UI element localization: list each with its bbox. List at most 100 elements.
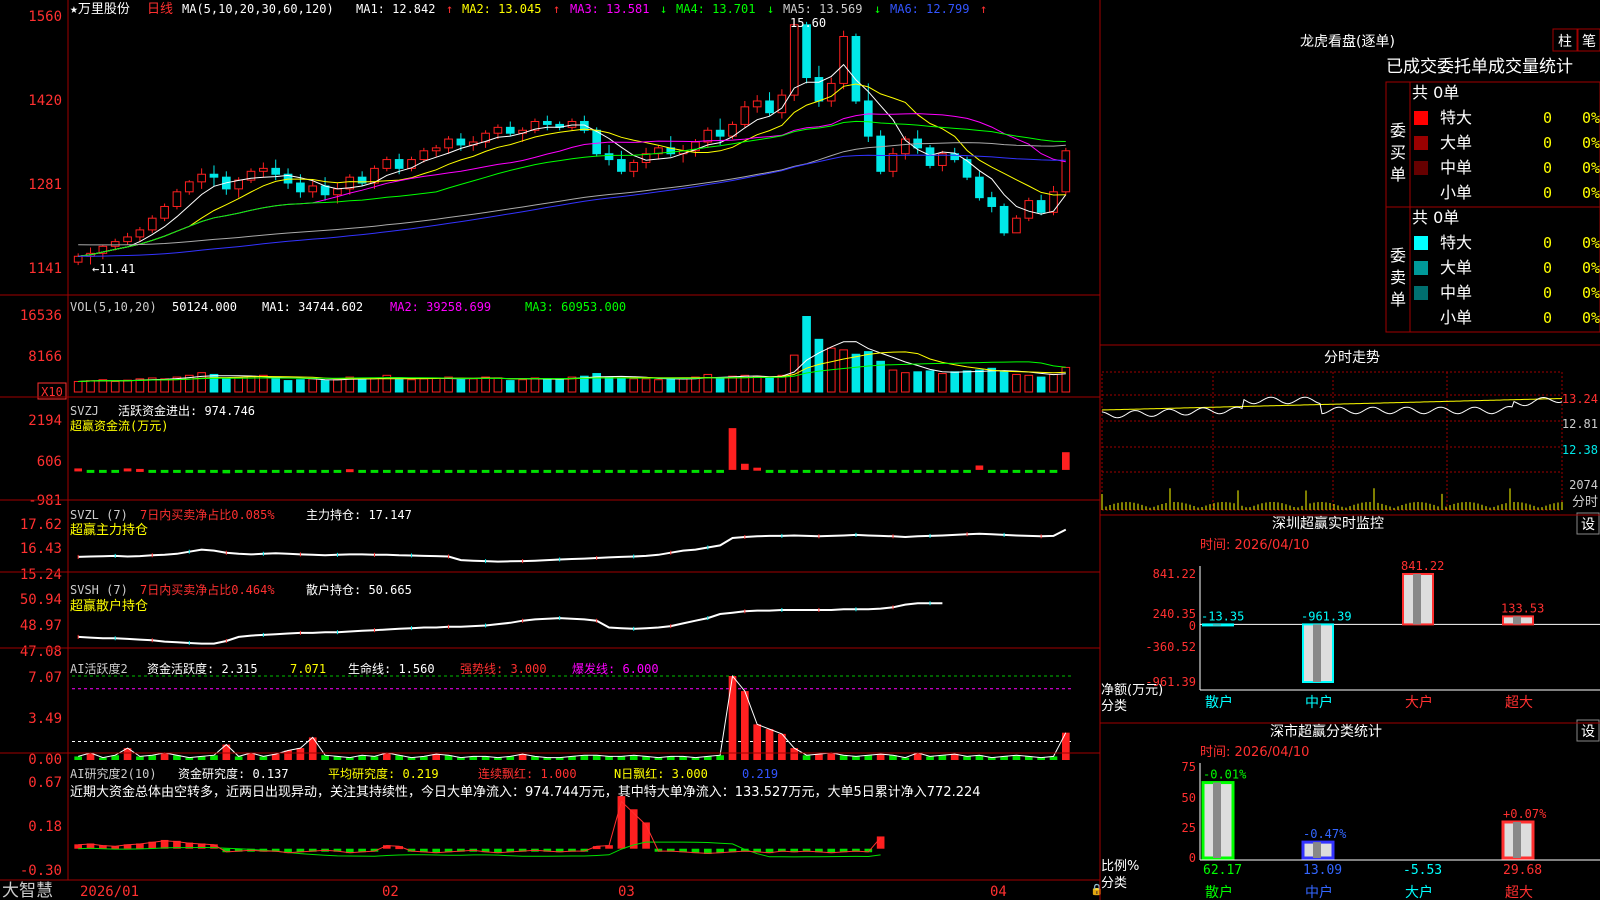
- order-percent: 0%: [1582, 259, 1600, 277]
- volume-bar: [73, 380, 83, 393]
- retail-holding-line: [77, 601, 943, 645]
- flow-bar: [679, 469, 687, 473]
- active-bar: [963, 756, 971, 760]
- flow-bar: [913, 469, 922, 473]
- active-bar: [728, 676, 737, 760]
- order-count: 0: [1543, 284, 1552, 302]
- flow-bar: [666, 469, 675, 473]
- dragon-title: 龙虎看盘(逐单): [1300, 33, 1395, 50]
- period-label[interactable]: 日线: [147, 2, 173, 17]
- candle-body: [617, 159, 626, 172]
- flow-bar: [703, 469, 712, 473]
- vol-ma2: MA2: 39258.699: [390, 300, 491, 314]
- ai3-tick: 0.67: [28, 775, 62, 791]
- flow-bar: [1049, 469, 1058, 473]
- order-color-swatch: [1414, 286, 1428, 300]
- candle-body: [382, 159, 392, 169]
- active-bar: [259, 756, 268, 760]
- svzl-y-axis: 17.62 16.43 15.24: [20, 517, 62, 583]
- flow-bar: [407, 469, 416, 473]
- flow-bar: [531, 469, 539, 473]
- svzj-bars: [74, 428, 1070, 474]
- ma3-arrow: ↓: [660, 2, 667, 16]
- candle-body: [752, 100, 762, 108]
- column-view-label[interactable]: 柱: [1558, 34, 1572, 50]
- svsh-title: SVSH (7): [70, 583, 128, 597]
- flow-bar: [642, 469, 650, 473]
- volume-bar: [542, 378, 552, 393]
- vol-value: 50124.000: [172, 300, 237, 314]
- category-label: 散户: [1205, 694, 1233, 711]
- candle-body: [592, 129, 602, 155]
- tick-view-label[interactable]: 笔: [1582, 34, 1596, 50]
- intraday-tick: 12.81: [1562, 417, 1598, 431]
- order-color-swatch: [1414, 136, 1428, 150]
- candlestick-series[interactable]: [73, 18, 1071, 266]
- candle-body: [765, 100, 774, 114]
- flow-bar: [420, 469, 428, 473]
- active-bar: [605, 756, 613, 760]
- flow-bar: [617, 469, 626, 473]
- svzj-tick: -981: [28, 493, 62, 509]
- ma2-label: MA2: 13.045: [462, 2, 541, 16]
- svzl-tick: 16.43: [20, 541, 62, 557]
- sz-monitor-title: 深圳超赢实时监控: [1272, 515, 1384, 532]
- side-label-char: 委: [1390, 121, 1406, 140]
- volume-bar: [468, 378, 478, 393]
- order-color-swatch: [1414, 111, 1428, 125]
- ai3-part: 平均研究度: 0.219: [328, 766, 439, 781]
- volume-bar: [283, 380, 293, 393]
- volume-bar: [715, 377, 725, 393]
- order-type: 中单: [1440, 283, 1472, 302]
- intraday-avg-line: [1101, 398, 1563, 411]
- active-bar: [617, 756, 626, 760]
- svzj-tick: 2194: [28, 413, 62, 429]
- candle-body: [987, 197, 997, 207]
- volume-bar: [765, 377, 774, 393]
- ma4-arrow: ↓: [767, 2, 774, 16]
- flow-bar: [778, 469, 786, 473]
- ai2-tick: 0.00: [28, 752, 62, 768]
- volume-bar: [333, 379, 342, 393]
- candle-body: [333, 188, 342, 196]
- intraday-vol-unit: 分时: [1572, 495, 1598, 510]
- order-color-swatch: [1414, 186, 1428, 200]
- flow-bar: [358, 469, 366, 473]
- candle-body: [962, 159, 972, 178]
- volume-bar: [296, 379, 305, 393]
- brand-logo[interactable]: 大智慧: [2, 881, 53, 900]
- volume-bar: [86, 380, 95, 393]
- order-type: 小单: [1440, 308, 1472, 327]
- order-percent: 0%: [1582, 159, 1600, 177]
- ratio-bar-shade: [1313, 842, 1321, 858]
- sz-class-settings-label[interactable]: 设: [1581, 724, 1595, 740]
- candle-body: [147, 217, 157, 231]
- order-count: 0: [1543, 134, 1552, 152]
- price-tick: 1141: [28, 261, 62, 277]
- stock-chart-canvas[interactable]: ★万里股份 日线 MA(5,10,20,30,60,120) MA1: 12.8…: [0, 0, 1600, 900]
- volume-bar: [777, 374, 787, 393]
- stock-name[interactable]: ★万里股份: [70, 2, 130, 17]
- volume-bar: [555, 378, 564, 393]
- candle-body: [839, 36, 848, 84]
- volume-bar: [901, 372, 910, 393]
- ai2-tick: 7.07: [28, 670, 62, 686]
- svzl-tick: 17.62: [20, 517, 62, 533]
- vol-ma1: MA1: 34744.602: [262, 300, 363, 314]
- active-bar: [926, 756, 934, 760]
- volume-bar: [876, 360, 885, 393]
- sz-class-ylabel: 比例%: [1101, 859, 1139, 874]
- sz-monitor-settings-label[interactable]: 设: [1581, 517, 1595, 533]
- order-percent: 0%: [1582, 234, 1600, 252]
- candle-body: [1061, 150, 1071, 193]
- ma-line: [78, 154, 1066, 257]
- candle-body: [110, 241, 120, 247]
- side-label-char: 委: [1390, 246, 1406, 265]
- volume-bar: [209, 373, 219, 393]
- intraday-lines: [1101, 371, 1563, 511]
- flow-bar: [123, 468, 132, 472]
- ai2-part: 资金活跃度: 2.315: [147, 661, 258, 676]
- order-type: 特大: [1440, 108, 1472, 127]
- candle-body: [604, 153, 614, 161]
- candle-body: [123, 236, 132, 243]
